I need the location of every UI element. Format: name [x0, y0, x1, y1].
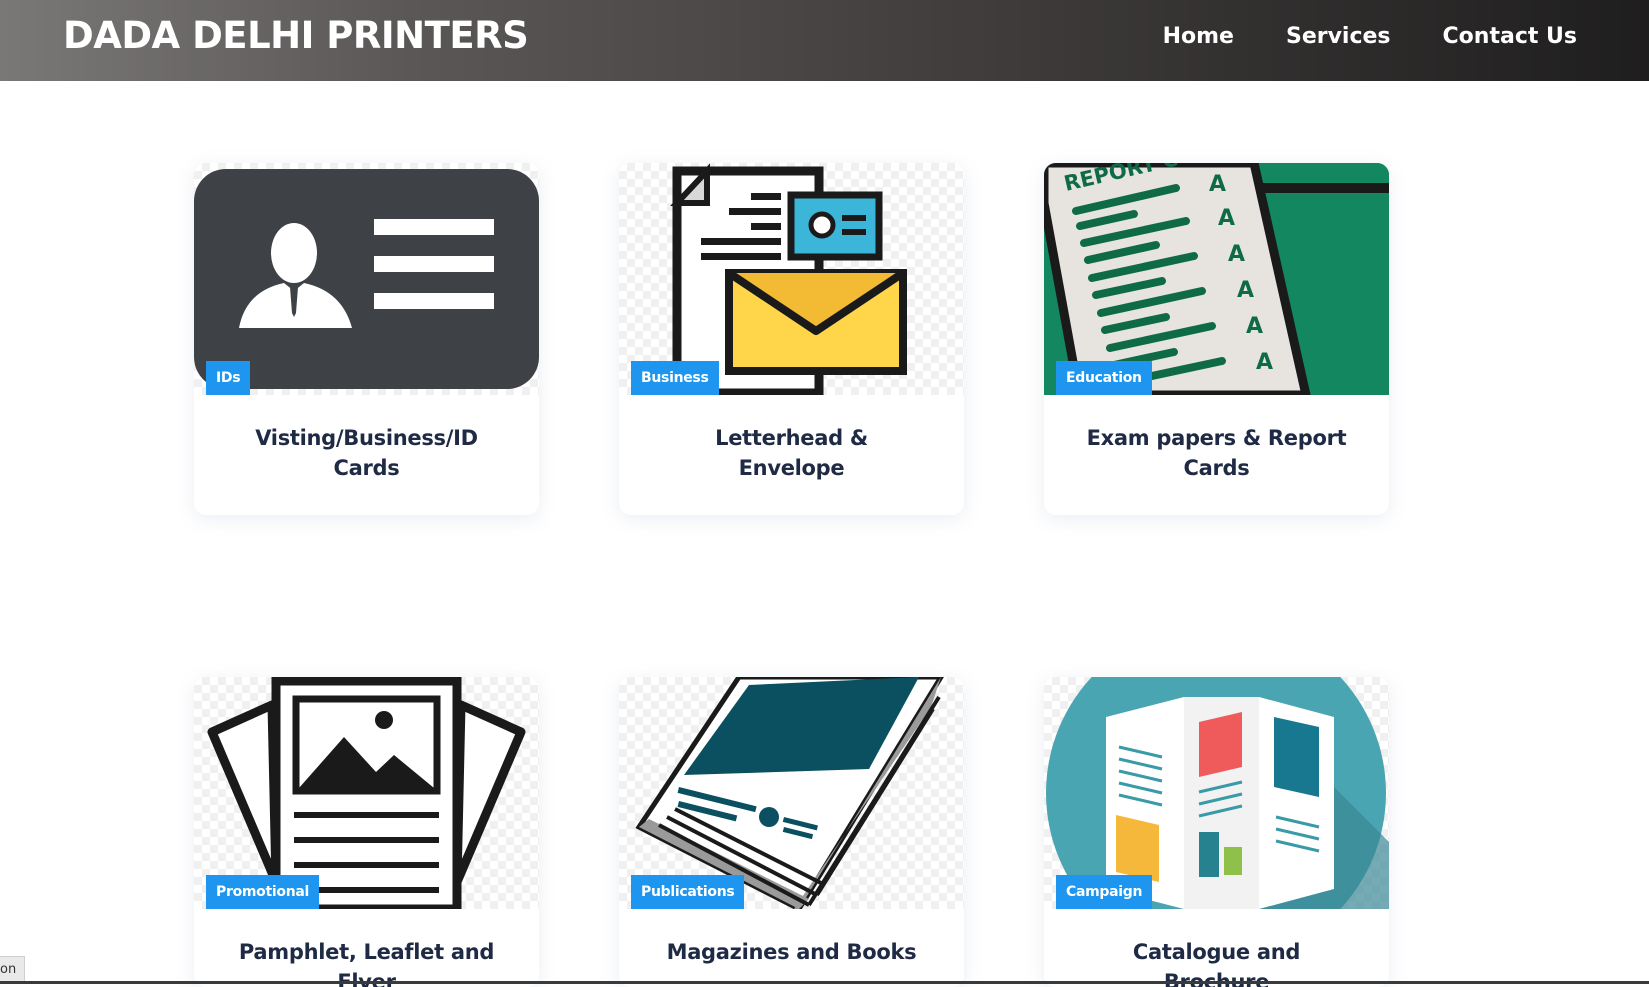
- service-card-letterhead[interactable]: Business Letterhead & Envelope: [619, 163, 964, 515]
- id-card-image: IDs: [194, 163, 539, 395]
- brochure-image: Campaign: [1044, 677, 1389, 909]
- category-badge: Business: [631, 361, 719, 395]
- category-badge: Education: [1056, 361, 1152, 395]
- category-badge: Publications: [631, 875, 745, 909]
- service-card-id-cards[interactable]: IDs Visting/Business/ID Cards: [194, 163, 539, 515]
- category-badge: IDs: [206, 361, 251, 395]
- brand-logo[interactable]: DADA DELHI PRINTERS: [63, 14, 529, 57]
- letterhead-envelope-image: Business: [619, 163, 964, 395]
- nav-contact-link[interactable]: Contact Us: [1443, 20, 1577, 54]
- service-card-magazines[interactable]: Publications Magazines and Books: [619, 677, 964, 987]
- svg-text:A: A: [1209, 172, 1226, 197]
- svg-text:A: A: [1218, 206, 1235, 231]
- card-title[interactable]: Catalogue and Brochure: [1044, 909, 1389, 987]
- report-card-image: REPORT C A A A A A A Education: [1044, 163, 1389, 395]
- magazine-image: Publications: [619, 677, 964, 909]
- card-title[interactable]: Exam papers & Report Cards: [1044, 395, 1389, 515]
- svg-text:A: A: [1228, 242, 1245, 267]
- card-title[interactable]: Magazines and Books: [619, 909, 964, 987]
- card-title[interactable]: Letterhead & Envelope: [619, 395, 964, 515]
- site-navbar: DADA DELHI PRINTERS Home Services Contac…: [0, 0, 1649, 81]
- nav-services-link[interactable]: Services: [1286, 20, 1391, 54]
- pamphlet-image: Promotional: [194, 677, 539, 909]
- service-card-exam-papers[interactable]: REPORT C A A A A A A Education Exam pape…: [1044, 163, 1389, 515]
- card-title[interactable]: Pamphlet, Leaflet and Flyer: [194, 909, 539, 987]
- card-title[interactable]: Visting/Business/ID Cards: [194, 395, 539, 515]
- svg-text:A: A: [1256, 350, 1273, 375]
- category-badge: Promotional: [206, 875, 320, 909]
- service-card-pamphlet[interactable]: Promotional Pamphlet, Leaflet and Flyer: [194, 677, 539, 987]
- main-nav: Home Services Contact Us: [1163, 20, 1577, 54]
- service-card-catalogue[interactable]: Campaign Catalogue and Brochure: [1044, 677, 1389, 987]
- svg-text:A: A: [1237, 278, 1254, 303]
- status-tooltip: on: [0, 956, 26, 983]
- category-badge: Campaign: [1056, 875, 1153, 909]
- svg-text:A: A: [1246, 314, 1263, 339]
- nav-home-link[interactable]: Home: [1163, 20, 1234, 54]
